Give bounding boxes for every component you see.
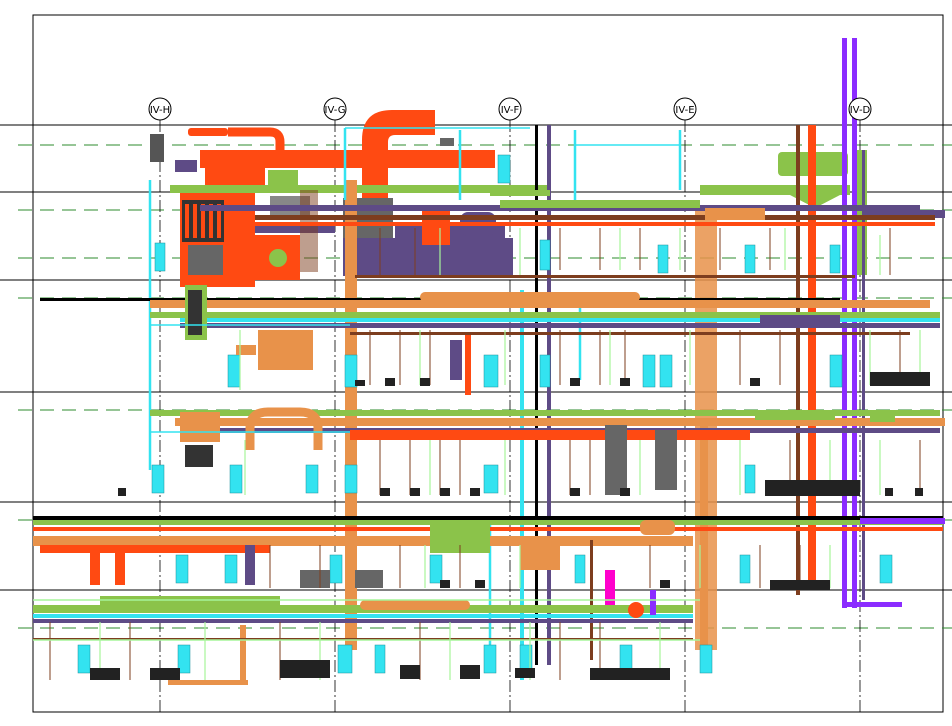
mep-coordination-section: IV-H IV-G IV-F IV-E IV-D bbox=[0, 14, 952, 713]
grid-label-iv-h: IV-H bbox=[150, 105, 170, 116]
grid-label-iv-f: IV-F bbox=[501, 105, 520, 116]
grid-label-iv-d: IV-D bbox=[850, 105, 871, 116]
grid-bubble-iv-g: IV-G bbox=[323, 97, 347, 121]
grid-bubble-iv-e: IV-E bbox=[673, 97, 697, 121]
grid-bubble-iv-h: IV-H bbox=[148, 97, 172, 121]
grid-bubble-iv-f: IV-F bbox=[498, 97, 522, 121]
grid-label-iv-e: IV-E bbox=[675, 105, 694, 116]
grid-bubble-iv-d: IV-D bbox=[848, 97, 872, 121]
grid-label-iv-g: IV-G bbox=[325, 105, 346, 116]
